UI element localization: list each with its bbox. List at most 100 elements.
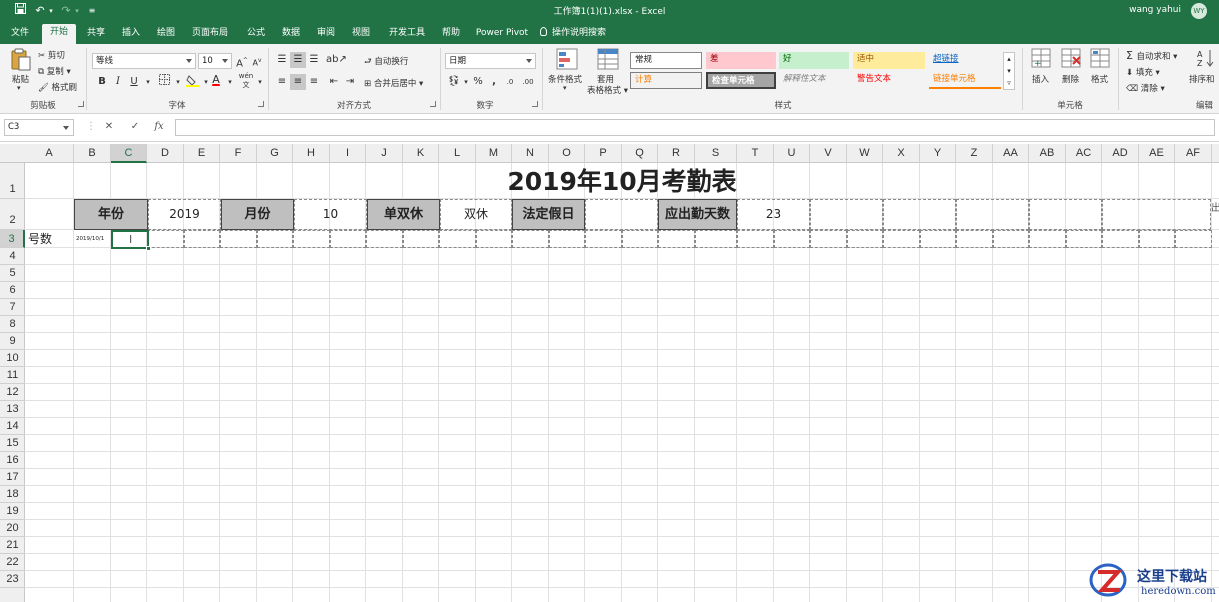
column-header-ad[interactable]: AD <box>1102 144 1139 163</box>
merge-center-button[interactable]: ⊞ 合并后居中 ▾ <box>364 77 423 89</box>
align-left-icon[interactable]: ≡ <box>274 74 290 90</box>
month-label-cell[interactable]: 月份 <box>221 199 294 230</box>
style-linked-cell[interactable]: 链接单元格 <box>929 72 1001 89</box>
column-header-d[interactable]: D <box>147 144 184 163</box>
row2-empty-cell[interactable] <box>956 199 1029 230</box>
column-header-n[interactable]: N <box>512 144 549 163</box>
font-size-dropdown[interactable]: 10 <box>198 53 232 69</box>
delete-cells-icon[interactable] <box>1061 48 1083 70</box>
workdays-value-cell[interactable]: 23 <box>737 199 810 230</box>
decrease-indent-icon[interactable]: ⇤ <box>326 74 342 90</box>
row-header-3[interactable]: 3 <box>0 230 25 248</box>
tab-data[interactable]: 数据 <box>275 26 307 44</box>
row3-cell-j[interactable] <box>366 230 403 248</box>
row3-cell-w[interactable] <box>847 230 883 248</box>
align-top-icon[interactable]: ☰ <box>274 52 290 68</box>
column-header-ac[interactable]: AC <box>1066 144 1102 163</box>
row3-cell-o[interactable] <box>549 230 585 248</box>
month-value-cell[interactable]: 10 <box>294 199 367 230</box>
grow-font-icon[interactable]: A^ <box>234 53 250 69</box>
row-header-21[interactable]: 21 <box>0 537 25 554</box>
sort-filter-button[interactable]: 排序和 <box>1189 73 1215 85</box>
row-header-17[interactable]: 17 <box>0 469 25 486</box>
paste-icon[interactable] <box>10 48 32 71</box>
row2-empty-cell[interactable] <box>1029 199 1102 230</box>
insert-cells-button[interactable]: 插入 <box>1032 73 1049 85</box>
row-header-1[interactable]: 1 <box>0 163 25 199</box>
percent-button[interactable]: % <box>470 74 486 90</box>
format-painter-button[interactable]: 🖌︎ 格式刷 <box>38 81 77 93</box>
insert-cells-icon[interactable]: + <box>1031 48 1053 70</box>
row3-cell-u[interactable] <box>774 230 810 248</box>
tab-view[interactable]: 视图 <box>345 26 377 44</box>
styles-scroll[interactable]: ▴ ▾ ▿ <box>1003 52 1015 90</box>
rest-label-cell[interactable]: 单双休 <box>367 199 440 230</box>
row3-cell-e[interactable] <box>184 230 220 248</box>
row3-cell-k[interactable] <box>403 230 439 248</box>
row3-cell-x[interactable] <box>883 230 920 248</box>
column-header-a[interactable]: A <box>25 144 74 163</box>
paste-dropdown-icon[interactable]: ▾ <box>17 84 21 92</box>
sort-filter-icon[interactable]: AZ <box>1196 48 1218 70</box>
year-value-cell[interactable]: 2019 <box>148 199 221 230</box>
underline-dropdown-icon[interactable]: ▾ <box>140 74 156 90</box>
formula-input[interactable] <box>175 119 1215 136</box>
tab-developer[interactable]: 开发工具 <box>382 26 432 44</box>
decrease-decimal-button[interactable]: .00 <box>520 74 536 90</box>
tab-formulas[interactable]: 公式 <box>240 26 272 44</box>
tab-file[interactable]: 文件 <box>4 26 36 44</box>
align-right-icon[interactable]: ≡ <box>306 74 322 90</box>
column-header-i[interactable]: I <box>330 144 366 163</box>
row-header-5[interactable]: 5 <box>0 265 25 282</box>
row-header-22[interactable]: 22 <box>0 554 25 571</box>
column-header-t[interactable]: T <box>737 144 774 163</box>
rest-value-cell[interactable]: 双休 <box>440 199 512 230</box>
column-header-ab[interactable]: AB <box>1029 144 1066 163</box>
column-header-r[interactable]: R <box>658 144 695 163</box>
tab-power-pivot[interactable]: Power Pivot <box>472 26 532 44</box>
fill-button[interactable]: ⬇ 填充 ▾ <box>1126 66 1160 78</box>
row3-cell-ac[interactable] <box>1066 230 1102 248</box>
row-header-20[interactable]: 20 <box>0 520 25 537</box>
row2-edge-cell[interactable]: 出 <box>1211 199 1219 230</box>
row-header-9[interactable]: 9 <box>0 333 25 350</box>
italic-button[interactable]: I <box>110 74 126 90</box>
row3-cell-h[interactable] <box>293 230 330 248</box>
column-header-u[interactable]: U <box>774 144 810 163</box>
name-box[interactable]: C3 <box>4 119 74 136</box>
font-launcher-icon[interactable] <box>258 101 264 107</box>
b3-date-cell[interactable]: 2019/10/1 <box>76 231 112 247</box>
row3-cell-q[interactable] <box>622 230 658 248</box>
increase-decimal-button[interactable]: .0 <box>502 74 518 90</box>
enter-icon[interactable]: ✓ <box>128 120 142 134</box>
row-header-7[interactable]: 7 <box>0 299 25 316</box>
orientation-icon[interactable]: ab↗ <box>326 52 347 68</box>
conditional-dropdown-icon[interactable]: ▾ <box>563 84 567 92</box>
row-header-14[interactable]: 14 <box>0 418 25 435</box>
conditional-formatting-icon[interactable] <box>556 48 578 70</box>
number-format-dropdown[interactable]: 日期 <box>445 53 536 69</box>
align-bottom-icon[interactable]: ☰ <box>306 52 322 68</box>
column-header-y[interactable]: Y <box>920 144 956 163</box>
row-header-4[interactable]: 4 <box>0 248 25 265</box>
row2-empty-cell[interactable] <box>810 199 883 230</box>
number-launcher-icon[interactable] <box>532 101 538 107</box>
column-header-ae[interactable]: AE <box>1139 144 1175 163</box>
column-header-af[interactable]: AF <box>1175 144 1212 163</box>
tab-help[interactable]: 帮助 <box>435 26 467 44</box>
fill-handle[interactable] <box>146 246 151 251</box>
clear-button[interactable]: ⌫ 清除 ▾ <box>1126 82 1165 94</box>
autosum-button[interactable]: Σ 自动求和 ▾ <box>1126 49 1177 62</box>
holiday-value-cell[interactable] <box>585 199 658 230</box>
style-check-cell[interactable]: 检查单元格 <box>706 72 776 89</box>
holiday-label-cell[interactable]: 法定假日 <box>512 199 585 230</box>
avatar[interactable]: WY <box>1191 3 1207 19</box>
column-header-e[interactable]: E <box>184 144 220 163</box>
row2-empty-cell[interactable] <box>1102 199 1211 230</box>
column-header-v[interactable]: V <box>810 144 847 163</box>
font-name-dropdown[interactable]: 等线 <box>92 53 196 69</box>
format-as-table-icon[interactable] <box>597 48 619 70</box>
row3-cell-s[interactable] <box>695 230 737 248</box>
row-header-11[interactable]: 11 <box>0 367 25 384</box>
tab-review[interactable]: 审阅 <box>310 26 342 44</box>
